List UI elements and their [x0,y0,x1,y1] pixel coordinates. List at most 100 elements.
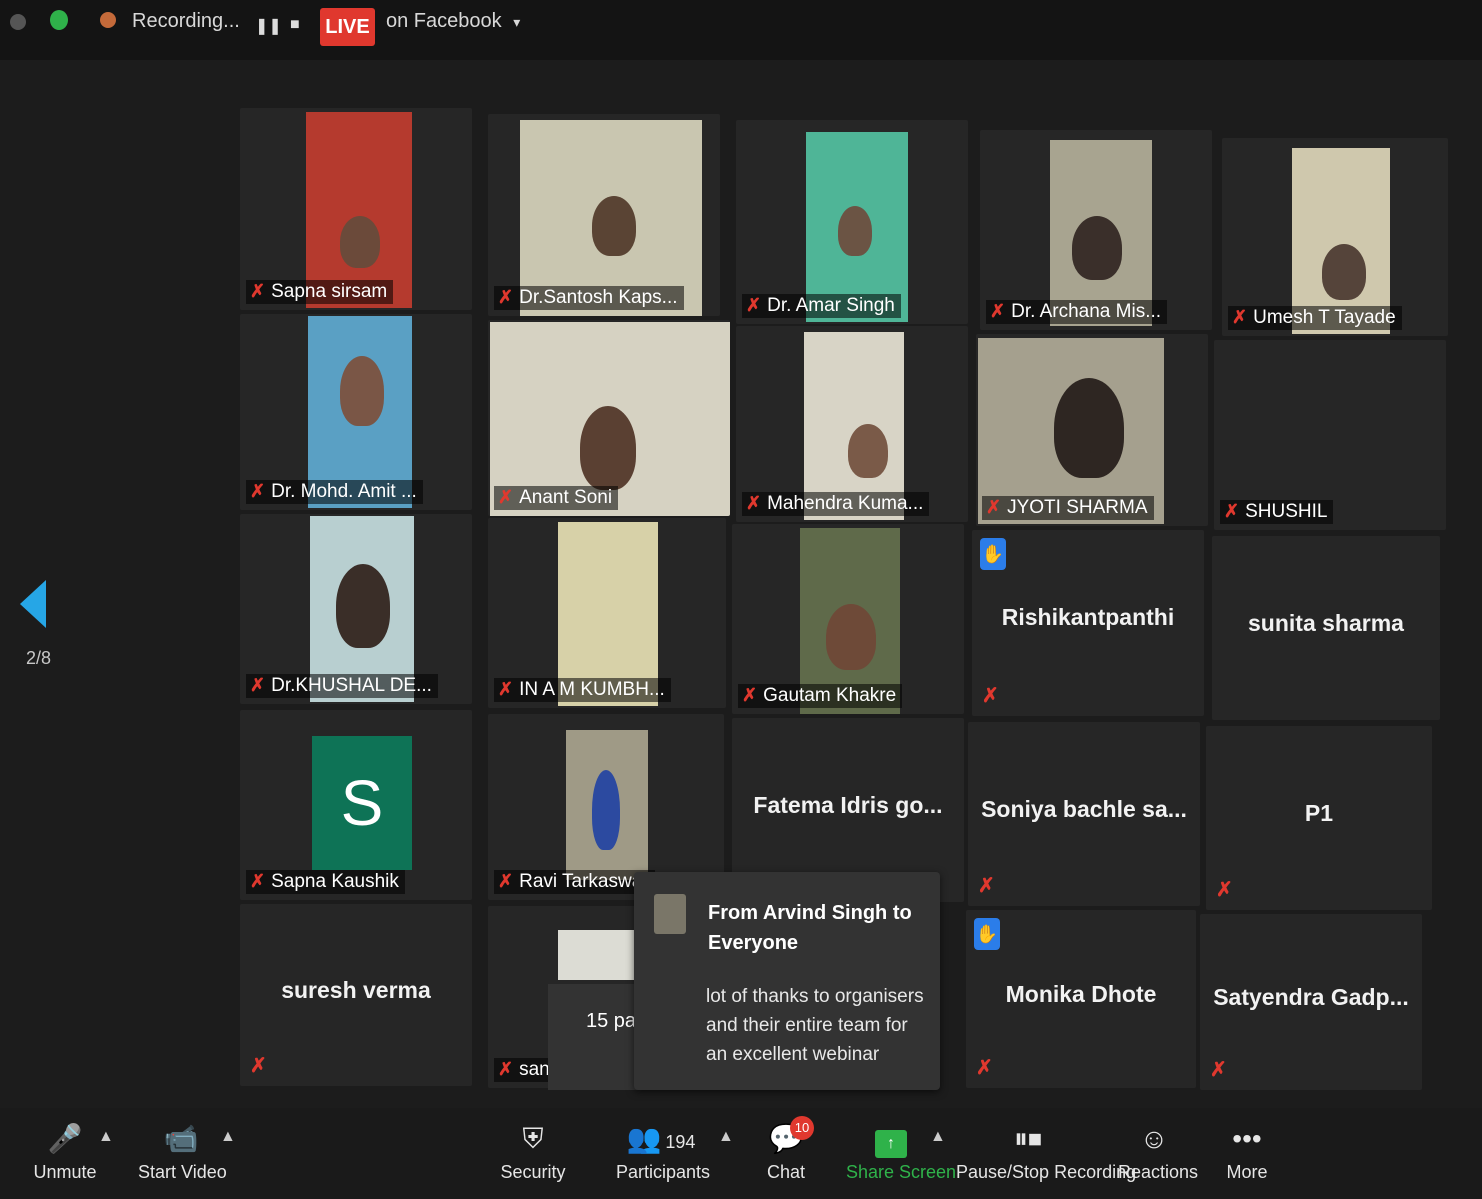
participant-tile[interactable]: ✗ SHUSHIL [1214,340,1446,530]
video-off-icon: 📹 [163,1123,199,1154]
connection-icon [10,14,26,30]
live-stream-destination[interactable]: on Facebook ▾ [386,10,520,33]
participant-name: ✗ Dr. Mohd. Amit ... [246,480,423,504]
mic-muted-icon: ✗ [498,871,514,891]
mic-muted-icon: ✗ [1210,1059,1227,1081]
share-screen-icon: ↑ [875,1130,907,1158]
participant-tile[interactable]: ✗ Dr. Mohd. Amit ... [240,314,472,510]
share-options-caret-icon[interactable]: ▲ [930,1128,946,1146]
mic-muted-icon: 🎤 [47,1123,83,1154]
participants-button[interactable]: 👥 194 Participants [616,1108,711,1183]
security-button[interactable]: ⛨ Security [500,1108,566,1183]
mic-muted-icon: ✗ [1232,307,1248,327]
participant-name: Satyendra Gadp... [1213,984,1409,1011]
mic-muted-icon: ✗ [986,497,1002,517]
participant-tile[interactable]: ✗ Dr. Archana Mis... [980,130,1212,330]
participant-name: ✗ Gautam Khakre [738,684,903,708]
mic-muted-icon: ✗ [742,685,758,705]
chat-button[interactable]: 💬 10 Chat [762,1108,814,1183]
meeting-toolbar: 🎤 Unmute ▲ 📹 Start Video ▲ ⛨ Security 👥 1… [0,1108,1482,1199]
more-label: More [1226,1162,1268,1182]
chat-sender: From Arvind Singh to Everyone [708,902,912,954]
participant-name: ✗ Dr. Amar Singh [742,294,901,318]
participant-tile[interactable]: S ✗ Sapna Kaushik [240,710,472,900]
participants-count: 194 [665,1132,696,1152]
participant-tile[interactable]: ✗ Dr.KHUSHAL DE... [240,514,472,704]
pause-stop-icon: ⏸⏹ [1013,1123,1042,1154]
participant-tile[interactable]: ✗ Umesh T Tayade [1222,138,1448,336]
participant-video [558,930,636,980]
pause-recording-icon[interactable]: ❚❚ [255,16,282,36]
participant-name: ✗ Dr.KHUSHAL DE... [246,674,438,698]
participant-tile[interactable]: suresh verma ✗ [240,904,472,1086]
mic-muted-icon: ✗ [250,1055,267,1077]
mic-muted-icon: ✗ [976,1057,993,1079]
participant-tile[interactable]: sunita sharma [1212,536,1440,720]
live-badge: LIVE [320,8,375,46]
mic-muted-icon: ✗ [498,1059,514,1079]
participant-tile[interactable]: P1 ✗ [1206,726,1432,910]
participant-tile[interactable]: Soniya bachle sa... ✗ [968,722,1200,906]
mic-muted-icon: ✗ [498,487,514,507]
stream-label: on Facebook [386,10,502,32]
share-screen-label: Share Screen [846,1162,957,1182]
participant-name: Rishikantpanthi [1001,604,1175,631]
participant-tile[interactable]: ✗ Sapna sirsam [240,108,472,310]
chat-unread-badge: 10 [790,1116,814,1140]
participant-name: ✗ Dr. Archana Mis... [986,300,1168,324]
participant-tile[interactable]: ✗ Gautam Khakre [732,524,964,714]
reactions-label: Reactions [1118,1162,1199,1182]
participant-tile[interactable]: ✗ Dr.Santosh Kaps... [488,114,720,316]
participant-name: Monika Dhote [1005,981,1157,1008]
mic-muted-icon: ✗ [978,875,995,897]
chat-notification-popup[interactable]: From Arvind Singh to Everyone lot of tha… [634,872,940,1090]
participants-options-caret-icon[interactable]: ▲ [718,1128,734,1146]
share-screen-button[interactable]: ↑ Share Screen [846,1108,957,1183]
more-button[interactable]: ••• More [1220,1108,1274,1183]
mic-muted-icon: ✗ [746,493,762,513]
chat-message: lot of thanks to organisers and their en… [706,986,924,1065]
chat-label: Chat [766,1162,806,1182]
participant-name: sunita sharma [1248,609,1404,636]
unmute-label: Unmute [33,1162,97,1182]
participant-tile[interactable]: ✗ Mahendra Kuma... [736,326,968,522]
participant-name: ✗ Mahendra Kuma... [742,492,930,516]
mic-muted-icon: ✗ [250,675,266,695]
participants-label: Participants [616,1162,711,1182]
participant-avatar: S [312,736,412,870]
audio-options-caret-icon[interactable]: ▲ [98,1128,114,1146]
mic-muted-icon: ✗ [1216,879,1233,901]
participant-tile[interactable]: ✋ Rishikantpanthi ✗ [972,530,1204,716]
smiley-icon: ☺ [1139,1123,1169,1154]
video-options-caret-icon[interactable]: ▲ [220,1128,236,1146]
mic-muted-icon: ✗ [498,287,514,307]
participant-video [1050,140,1152,326]
participant-tile[interactable]: ✗ JYOTI SHARMA [976,334,1208,526]
participant-name: ✗ SHUSHIL [1220,500,1334,524]
participant-tile[interactable]: ✗ Dr. Amar Singh [736,120,968,324]
mic-muted-icon: ✗ [746,295,762,315]
previous-page-arrow-icon[interactable] [20,580,46,628]
participant-name: ✗ Sapna sirsam [246,280,394,304]
participant-tile[interactable]: Satyendra Gadp... ✗ [1200,914,1422,1090]
participant-name: ✗ IN A M KUMBH... [494,678,671,702]
security-label: Security [500,1162,566,1182]
start-video-button[interactable]: 📹 Start Video [138,1108,227,1183]
participant-name: Fatema Idris go... [753,791,943,818]
raise-hand-icon: ✋ [974,918,1000,950]
pause-stop-recording-button[interactable]: ⏸⏹ Pause/Stop Recording [956,1108,1136,1183]
participant-video [306,112,412,308]
reactions-button[interactable]: ☺ Reactions [1118,1108,1199,1183]
security-shield-icon[interactable] [50,10,68,30]
mic-muted-icon: ✗ [982,685,999,707]
sender-avatar [654,894,686,934]
participant-tile[interactable]: ✋ Monika Dhote ✗ [966,910,1196,1088]
mic-muted-icon: ✗ [498,679,514,699]
start-video-label: Start Video [138,1162,227,1182]
unmute-button[interactable]: 🎤 Unmute [30,1108,100,1183]
participant-name: ✗ JYOTI SHARMA [982,496,1154,520]
participant-tile[interactable]: ✗ IN A M KUMBH... [488,518,726,708]
stop-recording-icon[interactable]: ■ [290,16,300,34]
mic-muted-icon: ✗ [250,871,266,891]
participant-tile[interactable]: ✗ Anant Soni [488,320,730,516]
